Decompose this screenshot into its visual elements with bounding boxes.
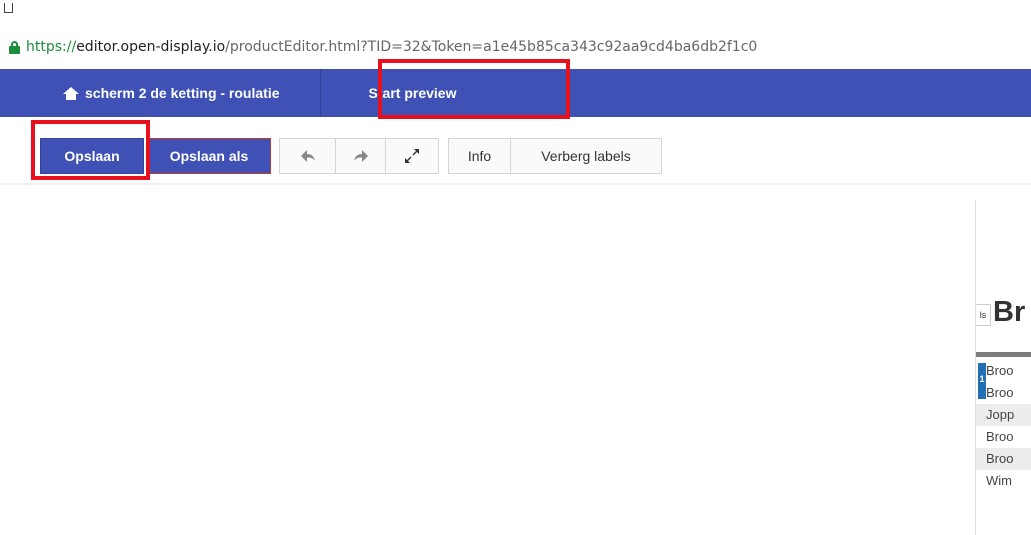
panel-side-tab[interactable]: ls [976,304,991,326]
list-item: Jopp [976,404,1031,426]
hide-labels-button[interactable]: Verberg labels [510,138,662,174]
url-host: editor.open-display.io [76,39,226,55]
undo-arrow-icon [300,150,315,162]
top-navbar: scherm 2 de ketting - roulatie Start pre… [0,69,1031,117]
toolbar-divider [0,183,1031,185]
list-item: Broo [986,429,1014,444]
save-button[interactable]: Opslaan [40,138,144,174]
save-as-button[interactable]: Opslaan als [147,138,271,174]
address-bar[interactable]: https://editor.open-display.io/productEd… [0,32,1031,62]
list-item: Wim [986,473,1012,488]
redo-button[interactable] [335,138,386,174]
list-item: Broo [976,448,1031,470]
lock-icon [9,40,20,54]
home-icon [63,86,79,100]
expand-icon [405,149,419,163]
info-button-label: Info [467,148,492,164]
save-as-button-label: Opslaan als [169,148,249,164]
url-path: /productEditor.html?TID=32&Token=a1e45b8… [225,39,758,55]
fullscreen-button[interactable] [385,138,439,174]
position-badge: 1 [978,363,986,399]
info-button[interactable]: Info [448,138,511,174]
home-link[interactable]: scherm 2 de ketting - roulatie [0,69,321,117]
redo-arrow-icon [353,150,368,162]
tab-edge-icon [4,3,13,13]
window-top-strip [0,0,1031,32]
url-scheme: https:// [26,39,77,55]
panel-header-rule [976,352,1031,357]
undo-button[interactable] [279,138,336,174]
start-preview-label: Start preview [368,85,457,101]
hide-labels-button-label: Verberg labels [541,148,631,164]
save-button-label: Opslaan [64,148,120,164]
start-preview-button[interactable]: Start preview [324,69,502,117]
template-preview-panel[interactable]: ls Br Broo Broo Jopp Broo Broo Wim 1 [975,200,1031,535]
home-link-label: scherm 2 de ketting - roulatie [85,85,280,101]
panel-title: Br [993,296,1026,328]
